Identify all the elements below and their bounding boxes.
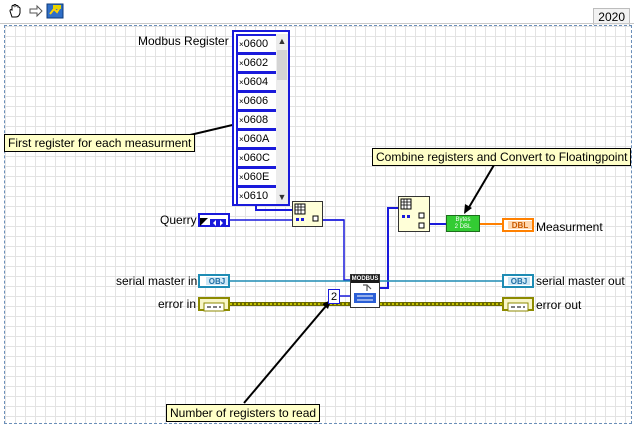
build-array-node[interactable] bbox=[398, 196, 430, 232]
array-element[interactable]: ×0610 bbox=[236, 186, 278, 206]
querry-control[interactable] bbox=[198, 213, 230, 227]
note-combine[interactable]: Combine registers and Convert to Floatin… bbox=[372, 148, 632, 166]
error-out-indicator[interactable] bbox=[502, 297, 534, 312]
modbus-icon bbox=[354, 284, 376, 303]
array-element[interactable]: ×0608 bbox=[236, 110, 278, 130]
array-element[interactable]: ×0604 bbox=[236, 72, 278, 92]
serial-master-in-label: serial master in bbox=[116, 274, 198, 288]
querry-label: Querry bbox=[160, 213, 197, 227]
chevron-down-icon[interactable]: ▼ bbox=[276, 190, 288, 204]
error-out-label: error out bbox=[536, 298, 582, 312]
array-element[interactable]: ×060C bbox=[236, 148, 278, 168]
register-array[interactable]: ×0600 ×0602 ×0604 ×0606 ×0608 ×060A ×060… bbox=[232, 30, 290, 206]
note-num-registers[interactable]: Number of registers to read bbox=[166, 404, 321, 422]
serial-master-in-control[interactable]: OBJ bbox=[198, 274, 230, 288]
registers-constant[interactable]: 2 bbox=[328, 289, 340, 304]
array-element[interactable]: ×0606 bbox=[236, 91, 278, 111]
modbus-banner: MODBUS bbox=[351, 275, 379, 283]
serial-master-out-label: serial master out bbox=[536, 274, 625, 288]
measurment-indicator[interactable]: DBL bbox=[502, 218, 534, 232]
note-first-register[interactable]: First register for each measurment bbox=[4, 134, 196, 152]
error-in-label: error in bbox=[158, 297, 197, 311]
array-scrollbar[interactable]: ▲ ▼ bbox=[276, 34, 288, 204]
scrollbar-thumb[interactable] bbox=[277, 50, 287, 80]
array-index-node[interactable] bbox=[292, 201, 323, 227]
chevron-up-icon[interactable]: ▲ bbox=[276, 34, 288, 48]
array-element[interactable]: ×060A bbox=[236, 129, 278, 149]
serial-master-out-indicator[interactable]: OBJ bbox=[502, 274, 534, 288]
array-element[interactable]: ×060E bbox=[236, 167, 278, 187]
array-element[interactable]: ×0600 bbox=[236, 34, 278, 54]
measurment-label: Measurment bbox=[536, 220, 603, 234]
modbus-read-node[interactable]: MODBUS bbox=[350, 274, 380, 308]
bytes-to-dbl-node[interactable]: Bytes 2 DBL bbox=[446, 215, 480, 232]
error-in-control[interactable] bbox=[198, 297, 230, 312]
array-element[interactable]: ×0602 bbox=[236, 53, 278, 73]
array-label: Modbus Register bbox=[138, 34, 229, 48]
